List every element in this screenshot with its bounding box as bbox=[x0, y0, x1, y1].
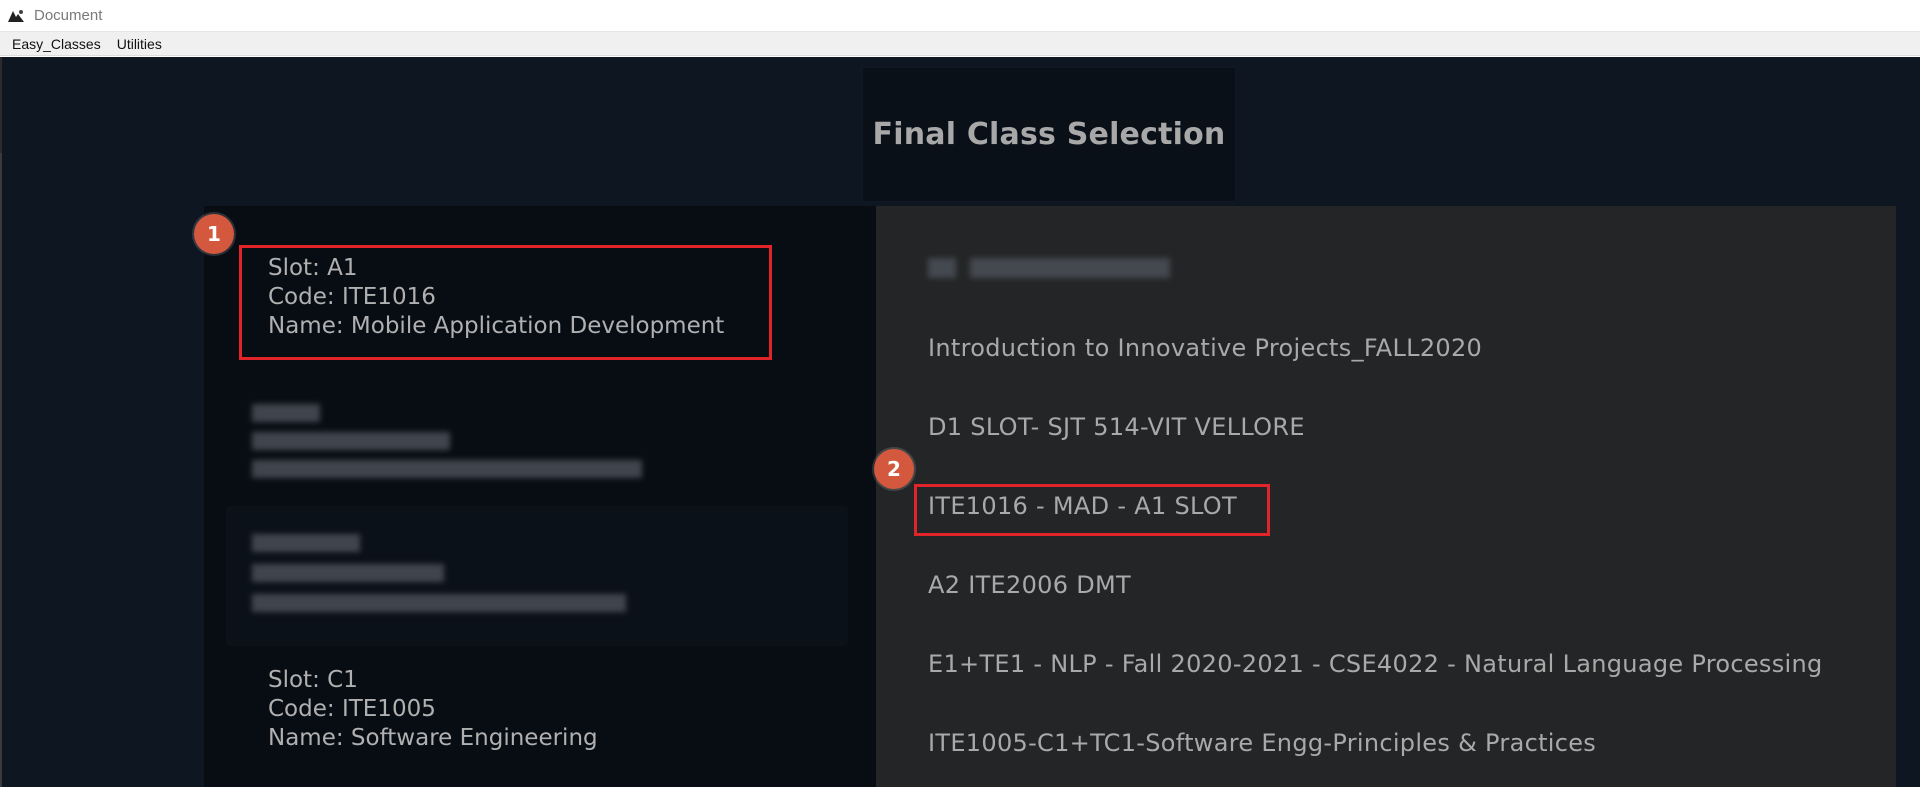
redacted-text bbox=[252, 534, 360, 552]
redacted-text bbox=[252, 564, 444, 582]
redacted-text bbox=[970, 258, 1170, 278]
annotation-badge-1: 1 bbox=[194, 214, 234, 254]
redacted-text bbox=[252, 404, 320, 422]
redacted-text bbox=[928, 258, 956, 278]
slot-card-redacted[interactable] bbox=[244, 394, 824, 494]
window-titlebar: Document bbox=[0, 0, 1920, 32]
slot-card-c1[interactable]: Slot: C1 Code: ITE1005 Name: Software En… bbox=[252, 658, 812, 761]
redacted-text bbox=[252, 432, 450, 450]
slot-label: Slot: C1 bbox=[268, 667, 358, 693]
class-item[interactable]: A2 ITE2006 DMT bbox=[928, 571, 1131, 599]
name-label: Name: Software Engineering bbox=[268, 725, 598, 751]
class-item[interactable]: E1+TE1 - NLP - Fall 2020-2021 - CSE4022 … bbox=[928, 650, 1823, 678]
code-label: Code: ITE1005 bbox=[268, 696, 436, 722]
class-item[interactable]: D1 SLOT- SJT 514-VIT VELLORE bbox=[928, 413, 1305, 441]
class-item[interactable]: Introduction to Innovative Projects_FALL… bbox=[928, 334, 1482, 362]
redacted-text bbox=[252, 460, 642, 478]
menu-item-utilities[interactable]: Utilities bbox=[109, 34, 170, 54]
menubar: Easy_Classes Utilities bbox=[0, 32, 1920, 56]
page-title: Final Class Selection bbox=[872, 117, 1226, 152]
menu-item-easy-classes[interactable]: Easy_Classes bbox=[4, 34, 109, 54]
highlight-box-2 bbox=[914, 484, 1270, 536]
app-logo-icon bbox=[8, 9, 24, 22]
annotation-badge-2: 2 bbox=[874, 449, 914, 489]
page-header: Final Class Selection bbox=[862, 67, 1236, 202]
highlight-box-1 bbox=[239, 245, 772, 360]
class-item[interactable]: ITE1005-C1+TC1-Software Engg-Principles … bbox=[928, 729, 1596, 757]
redacted-text bbox=[252, 594, 626, 612]
slot-card-redacted[interactable] bbox=[226, 506, 848, 646]
window-title: Document bbox=[34, 7, 103, 24]
